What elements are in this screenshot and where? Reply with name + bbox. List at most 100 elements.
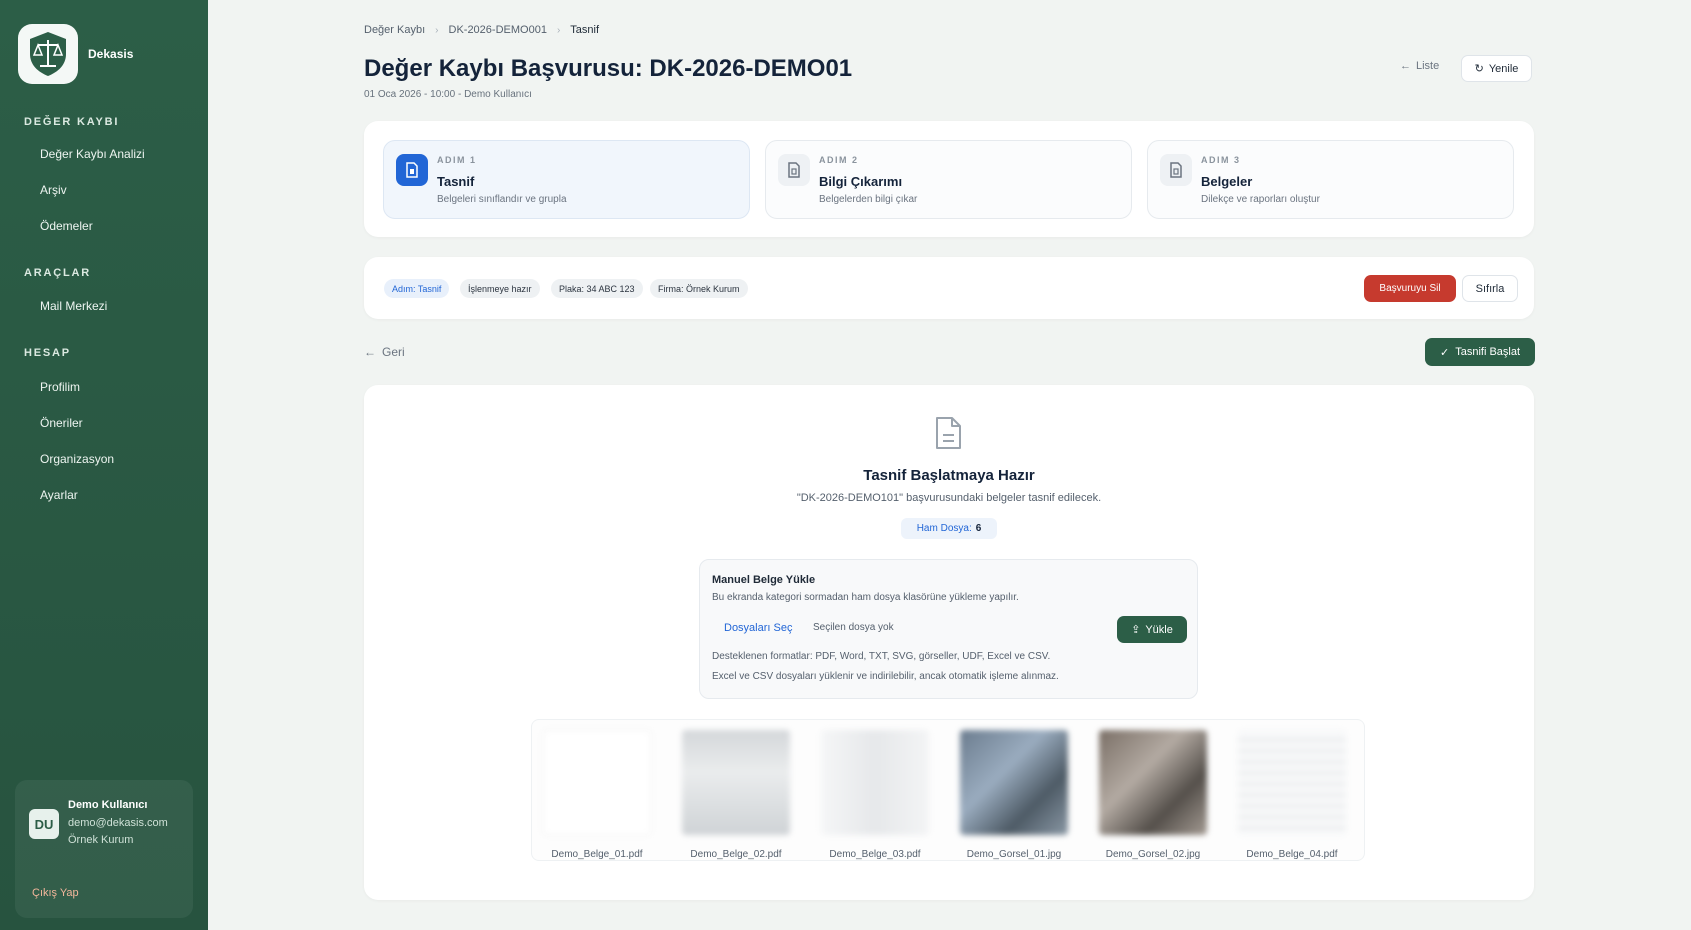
refresh-label: Yenile bbox=[1488, 62, 1519, 75]
file-thumbnail[interactable]: Demo_Gorsel_01.jpg bbox=[949, 730, 1079, 860]
file-name: Demo_Belge_04.pdf bbox=[1246, 849, 1338, 860]
sidebar-item-arsiv[interactable]: Arşiv bbox=[40, 183, 67, 197]
user-name: Demo Kullanıcı bbox=[68, 799, 148, 811]
steps-card: ADIM 1 Tasnif Belgeleri sınıflandır ve g… bbox=[364, 121, 1534, 237]
upload-label: Yükle bbox=[1145, 623, 1173, 636]
sidebar-item-profilim[interactable]: Profilim bbox=[40, 380, 80, 394]
file-name: Demo_Belge_03.pdf bbox=[829, 849, 921, 860]
step-belgeler[interactable]: ADIM 3 Belgeler Dilekçe ve raporları olu… bbox=[1147, 140, 1514, 219]
file-name: Demo_Belge_01.pdf bbox=[551, 849, 643, 860]
step-kicker: ADIM 2 bbox=[819, 155, 859, 165]
file-thumbnail-list: Demo_Belge_01.pdf Demo_Belge_02.pdf Demo… bbox=[531, 719, 1365, 861]
sidebar-item-oneriler[interactable]: Öneriler bbox=[40, 416, 83, 430]
start-classification-button[interactable]: ✓ Tasnifi Başlat bbox=[1425, 338, 1535, 366]
step-tasnif[interactable]: ADIM 1 Tasnif Belgeleri sınıflandır ve g… bbox=[383, 140, 750, 219]
back-button[interactable]: ← Geri bbox=[364, 345, 405, 359]
ready-subtitle: "DK-2026-DEMO101" başvurusundaki belgele… bbox=[796, 492, 1102, 504]
image-preview bbox=[1099, 730, 1207, 835]
start-label: Tasnifi Başlat bbox=[1455, 346, 1521, 358]
user-email: demo@dekasis.com bbox=[68, 817, 168, 829]
document-preview bbox=[543, 730, 651, 835]
status-badge-step: Adım: Tasnif bbox=[384, 279, 450, 298]
sidebar-item-deger-kaybi-analizi[interactable]: Değer Kaybı Analizi bbox=[40, 147, 145, 161]
ready-title: Tasnif Başlatmaya Hazır bbox=[863, 467, 1035, 484]
user-card: DU Demo Kullanıcı demo@dekasis.com Örnek… bbox=[15, 780, 193, 918]
breadcrumb-item[interactable]: Değer Kaybı bbox=[364, 24, 425, 36]
scales-shield-logo-icon bbox=[18, 24, 78, 84]
file-name: Demo_Gorsel_02.jpg bbox=[1105, 849, 1201, 860]
sidebar-item-mail-merkezi[interactable]: Mail Merkezi bbox=[40, 299, 107, 313]
file-name: Demo_Belge_02.pdf bbox=[690, 849, 782, 860]
step-kicker: ADIM 3 bbox=[1201, 155, 1241, 165]
classification-card: Tasnif Başlatmaya Hazır "DK-2026-DEMO101… bbox=[364, 385, 1534, 900]
status-badge-ready: İşlenmeye hazır bbox=[460, 279, 540, 298]
supported-formats-note: Desteklenen formatlar: PDF, Word, TXT, S… bbox=[712, 651, 1051, 662]
nav-section-araclar: ARAÇLAR bbox=[24, 267, 91, 279]
brand[interactable]: Dekasis bbox=[18, 24, 133, 84]
manual-upload-panel: Manuel Belge Yükle Bu ekranda kategori s… bbox=[699, 559, 1198, 699]
delete-application-button[interactable]: Başvuruyu Sil bbox=[1364, 275, 1456, 302]
step-desc: Belgelerden bilgi çıkar bbox=[819, 194, 918, 205]
file-thumbnail[interactable]: Demo_Belge_02.pdf bbox=[671, 730, 801, 860]
document-icon bbox=[778, 154, 810, 186]
choose-files-button[interactable]: Dosyaları Seç bbox=[724, 622, 792, 634]
step-kicker: ADIM 1 bbox=[437, 155, 477, 165]
breadcrumb-current: Tasnif bbox=[570, 24, 600, 36]
refresh-button[interactable]: ↻ Yenile bbox=[1461, 55, 1532, 82]
check-icon: ✓ bbox=[1439, 346, 1450, 359]
logout-link[interactable]: Çıkış Yap bbox=[32, 887, 79, 899]
list-button[interactable]: ← Liste bbox=[1400, 60, 1439, 72]
image-preview bbox=[960, 730, 1068, 835]
file-thumbnail[interactable]: Demo_Gorsel_02.jpg bbox=[1088, 730, 1218, 860]
file-text-icon bbox=[933, 416, 963, 455]
list-label: Liste bbox=[1416, 60, 1440, 72]
raw-file-count-badge: Ham Dosya: 6 bbox=[901, 518, 997, 539]
no-file-selected-text: Seçilen dosya yok bbox=[813, 622, 894, 633]
nav-section-hesap: HESAP bbox=[24, 347, 71, 359]
chevron-right-icon: › bbox=[435, 24, 439, 36]
status-card: Adım: Tasnif İşlenmeye hazır Plaka: 34 A… bbox=[364, 257, 1534, 319]
upload-icon: ⇪ bbox=[1131, 624, 1141, 636]
step-bilgi-cikarimi[interactable]: ADIM 2 Bilgi Çıkarımı Belgelerden bilgi … bbox=[765, 140, 1132, 219]
sidebar-item-ayarlar[interactable]: Ayarlar bbox=[40, 488, 78, 502]
raw-file-count: 6 bbox=[975, 523, 982, 534]
upload-description: Bu ekranda kategori sormadan ham dosya k… bbox=[712, 592, 1019, 603]
breadcrumb: Değer Kaybı › DK-2026-DEMO001 › Tasnif bbox=[364, 24, 599, 36]
page-subtitle: 01 Oca 2026 - 10:00 - Demo Kullanıcı bbox=[364, 89, 532, 100]
sidebar-item-odemeler[interactable]: Ödemeler bbox=[40, 219, 93, 233]
step-desc: Dilekçe ve raporları oluştur bbox=[1201, 194, 1320, 205]
page-title: Değer Kaybı Başvurusu: DK-2026-DEMO01 bbox=[364, 55, 853, 82]
avatar: DU bbox=[29, 809, 59, 839]
file-name: Demo_Gorsel_01.jpg bbox=[966, 849, 1062, 860]
chevron-right-icon: › bbox=[556, 24, 561, 36]
arrow-left-icon: ← bbox=[364, 345, 376, 359]
document-icon bbox=[396, 154, 428, 186]
file-thumbnail[interactable]: Demo_Belge_04.pdf bbox=[1227, 730, 1357, 860]
reset-button[interactable]: Sıfırla bbox=[1462, 275, 1518, 302]
upload-title: Manuel Belge Yükle bbox=[712, 574, 816, 586]
step-title: Belgeler bbox=[1201, 174, 1253, 189]
step-title: Tasnif bbox=[437, 174, 475, 189]
sidebar: Dekasis DEĞER KAYBI Değer Kaybı Analizi … bbox=[0, 0, 208, 930]
back-label: Geri bbox=[382, 345, 405, 359]
nav-section-deger-kaybi: DEĞER KAYBI bbox=[24, 116, 120, 128]
sidebar-item-organizasyon[interactable]: Organizasyon bbox=[40, 452, 114, 466]
breadcrumb-item[interactable]: DK-2026-DEMO001 bbox=[449, 24, 547, 36]
excel-csv-note: Excel ve CSV dosyaları yüklenir ve indir… bbox=[712, 671, 1059, 682]
arrow-left-icon: ← bbox=[1400, 60, 1411, 72]
document-preview bbox=[682, 730, 790, 835]
step-title: Bilgi Çıkarımı bbox=[819, 174, 903, 189]
file-thumbnail[interactable]: Demo_Belge_01.pdf bbox=[532, 730, 662, 860]
document-icon bbox=[1160, 154, 1192, 186]
upload-button[interactable]: ⇪ Yükle bbox=[1117, 616, 1187, 643]
document-preview bbox=[1238, 730, 1346, 835]
status-badge-company: Firma: Örnek Kurum bbox=[650, 279, 748, 298]
raw-file-label: Ham Dosya: bbox=[916, 523, 972, 534]
status-badge-plate: Plaka: 34 ABC 123 bbox=[551, 279, 643, 298]
user-org: Örnek Kurum bbox=[68, 834, 134, 846]
file-thumbnail[interactable]: Demo_Belge_03.pdf bbox=[810, 730, 940, 860]
refresh-icon: ↻ bbox=[1474, 63, 1484, 75]
brand-name: Dekasis bbox=[88, 47, 134, 61]
step-desc: Belgeleri sınıflandır ve grupla bbox=[437, 194, 567, 205]
document-preview bbox=[821, 730, 929, 835]
